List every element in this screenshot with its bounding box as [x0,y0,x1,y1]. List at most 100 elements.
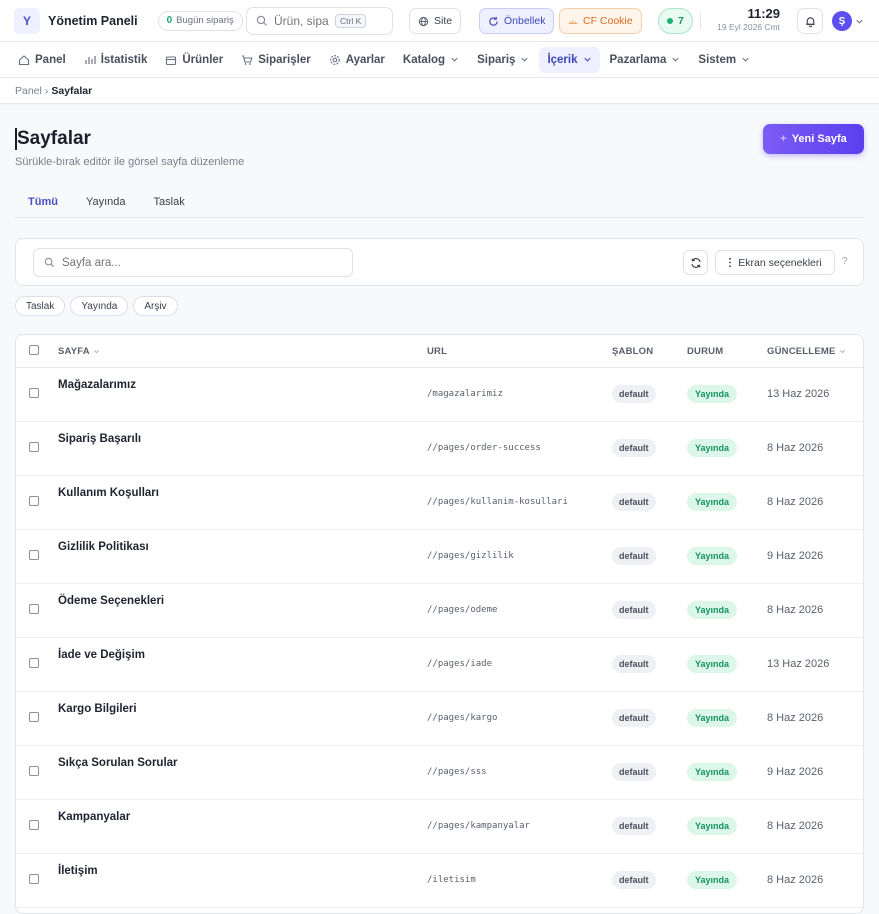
status-badge: Yayında [687,763,738,781]
status-tabs: Tümü Yayında Taslak [15,188,864,218]
chip-archive[interactable]: Arşiv [133,296,178,316]
clear-cache-button[interactable]: Önbellek [479,8,555,34]
row-checkbox[interactable] [29,658,39,668]
table-row[interactable]: Sipariş Başarılı //pages/order-success d… [16,422,863,476]
column-updated[interactable]: GÜNCELLEME [767,346,846,357]
nav-item-panel[interactable]: Panel [10,47,74,73]
status-badge: Yayında [687,439,738,457]
tab-published[interactable]: Yayında [73,188,139,217]
chevron-down-icon [583,57,591,62]
nav-item-siparis[interactable]: Sipariş [469,47,537,73]
page-name[interactable]: Sıkça Sorulan Sorular [58,757,178,769]
row-checkbox[interactable] [29,442,39,452]
global-search-input[interactable] [274,14,329,28]
cf-cookie-button[interactable]: CF Cookie [559,8,642,34]
status-badge: Yayında [687,601,738,619]
page-url: //pages/iade [427,659,493,669]
page-name[interactable]: İade ve Değişim [58,649,145,661]
page-name[interactable]: Ödeme Seçenekleri [58,595,164,607]
today-orders-label: Bugün sipariş [176,15,234,26]
select-all-checkbox[interactable] [29,345,39,355]
nav-item-label: Katalog [402,53,446,66]
table-header: SAYFA URL ŞABLON DURUM GÜNCELLEME [16,335,863,368]
table-row[interactable]: Kargo Bilgileri //pages/kargo default Ya… [16,692,863,746]
table-row[interactable]: Kampanyalar //pages/kampanyalar default … [16,800,863,854]
table-row[interactable]: Sıkça Sorulan Sorular //pages/sss defaul… [16,746,863,800]
gear-icon [329,54,340,65]
nav-item-siparisler[interactable]: Siparişler [233,47,318,73]
status-badge: Yayında [687,547,738,565]
search-icon [44,257,55,268]
page-name[interactable]: Kullanım Koşulları [58,487,159,499]
page-search-input[interactable] [62,256,322,269]
notifications-button[interactable] [797,8,823,34]
breadcrumb-separator: › [44,84,49,97]
table-row[interactable]: İletişim /iletisim default Yayında 8 Haz… [16,854,863,908]
row-checkbox[interactable] [29,550,39,560]
online-users-count: 7 [678,15,684,27]
global-search[interactable]: Ctrl K [246,7,393,35]
page-name[interactable]: Kargo Bilgileri [58,703,137,715]
clock: 11:29 19 Eyl 2026 Cmt [706,6,780,32]
row-checkbox[interactable] [29,388,39,398]
template-badge: default [612,439,656,457]
updated-date: 8 Haz 2026 [767,874,824,886]
online-users-badge[interactable]: 7 [658,8,693,34]
page-name[interactable]: Gizlilik Politikası [58,541,149,553]
updated-date: 8 Haz 2026 [767,442,824,454]
refresh-button[interactable] [683,250,708,275]
breadcrumb-root[interactable]: Panel [15,85,42,97]
nav-item-katalog[interactable]: Katalog [395,47,467,73]
status-badge: Yayında [687,871,738,889]
status-badge: Yayında [687,493,738,511]
nav-item-icerik[interactable]: İçerik [539,46,600,73]
app-logo[interactable]: Y [14,7,40,34]
nav-item-istatistik[interactable]: İstatistik [76,47,156,73]
nav-item-ayarlar[interactable]: Ayarlar [321,47,393,73]
chevron-down-icon [521,57,529,62]
help-button[interactable]: ? [842,256,848,267]
status-badge: Yayında [687,817,738,835]
nav-item-pazarlama[interactable]: Pazarlama [602,47,689,73]
table-row[interactable]: İade ve Değişim //pages/iade default Yay… [16,638,863,692]
nav-item-label: İçerik [547,53,578,66]
pages-table: SAYFA URL ŞABLON DURUM GÜNCELLEME Mağaza… [15,334,864,914]
clock-time: 11:29 [747,6,780,21]
view-site-label: Site [434,15,453,27]
plus-icon: + [780,133,787,145]
tab-draft[interactable]: Taslak [141,188,198,217]
page-name[interactable]: İletişim [58,865,98,877]
table-row[interactable]: Mağazalarımız /magazalarimiz default Yay… [16,368,863,422]
today-orders-badge[interactable]: 0 Bugün sipariş [157,10,243,31]
row-checkbox[interactable] [29,604,39,614]
template-badge: default [612,763,656,781]
user-avatar[interactable]: Ş [832,11,852,31]
column-page[interactable]: SAYFA [58,346,100,357]
page-title: Sayfalar [15,128,91,150]
nav-item-sistem[interactable]: Sistem [690,47,758,73]
updated-date: 9 Haz 2026 [767,766,824,778]
row-checkbox[interactable] [29,874,39,884]
screen-options-button[interactable]: Ekran seçenekleri [715,250,835,275]
nav-item-urunler[interactable]: Ürünler [157,47,231,73]
row-checkbox[interactable] [29,496,39,506]
chart-icon [85,55,96,64]
table-row[interactable]: Kullanım Koşulları //pages/kullanim-kosu… [16,476,863,530]
chip-draft[interactable]: Taslak [15,296,66,316]
page-header: Sayfalar Sürükle-bırak editör ile görsel… [0,104,879,188]
sort-icon [839,350,845,354]
view-site-button[interactable]: Site [409,8,462,34]
page-search[interactable] [33,248,353,277]
row-checkbox[interactable] [29,766,39,776]
table-row[interactable]: Ödeme Seçenekleri //pages/odeme default … [16,584,863,638]
row-checkbox[interactable] [29,820,39,830]
tab-all[interactable]: Tümü [15,188,71,217]
table-row[interactable]: Gizlilik Politikası //pages/gizlilik def… [16,530,863,584]
page-name[interactable]: Kampanyalar [58,811,130,823]
chevron-down-icon[interactable] [855,17,864,26]
new-page-button[interactable]: + Yeni Sayfa [763,124,864,154]
chip-published[interactable]: Yayında [70,296,129,316]
page-name[interactable]: Mağazalarımız [58,379,136,391]
row-checkbox[interactable] [29,712,39,722]
page-name[interactable]: Sipariş Başarılı [58,433,141,445]
